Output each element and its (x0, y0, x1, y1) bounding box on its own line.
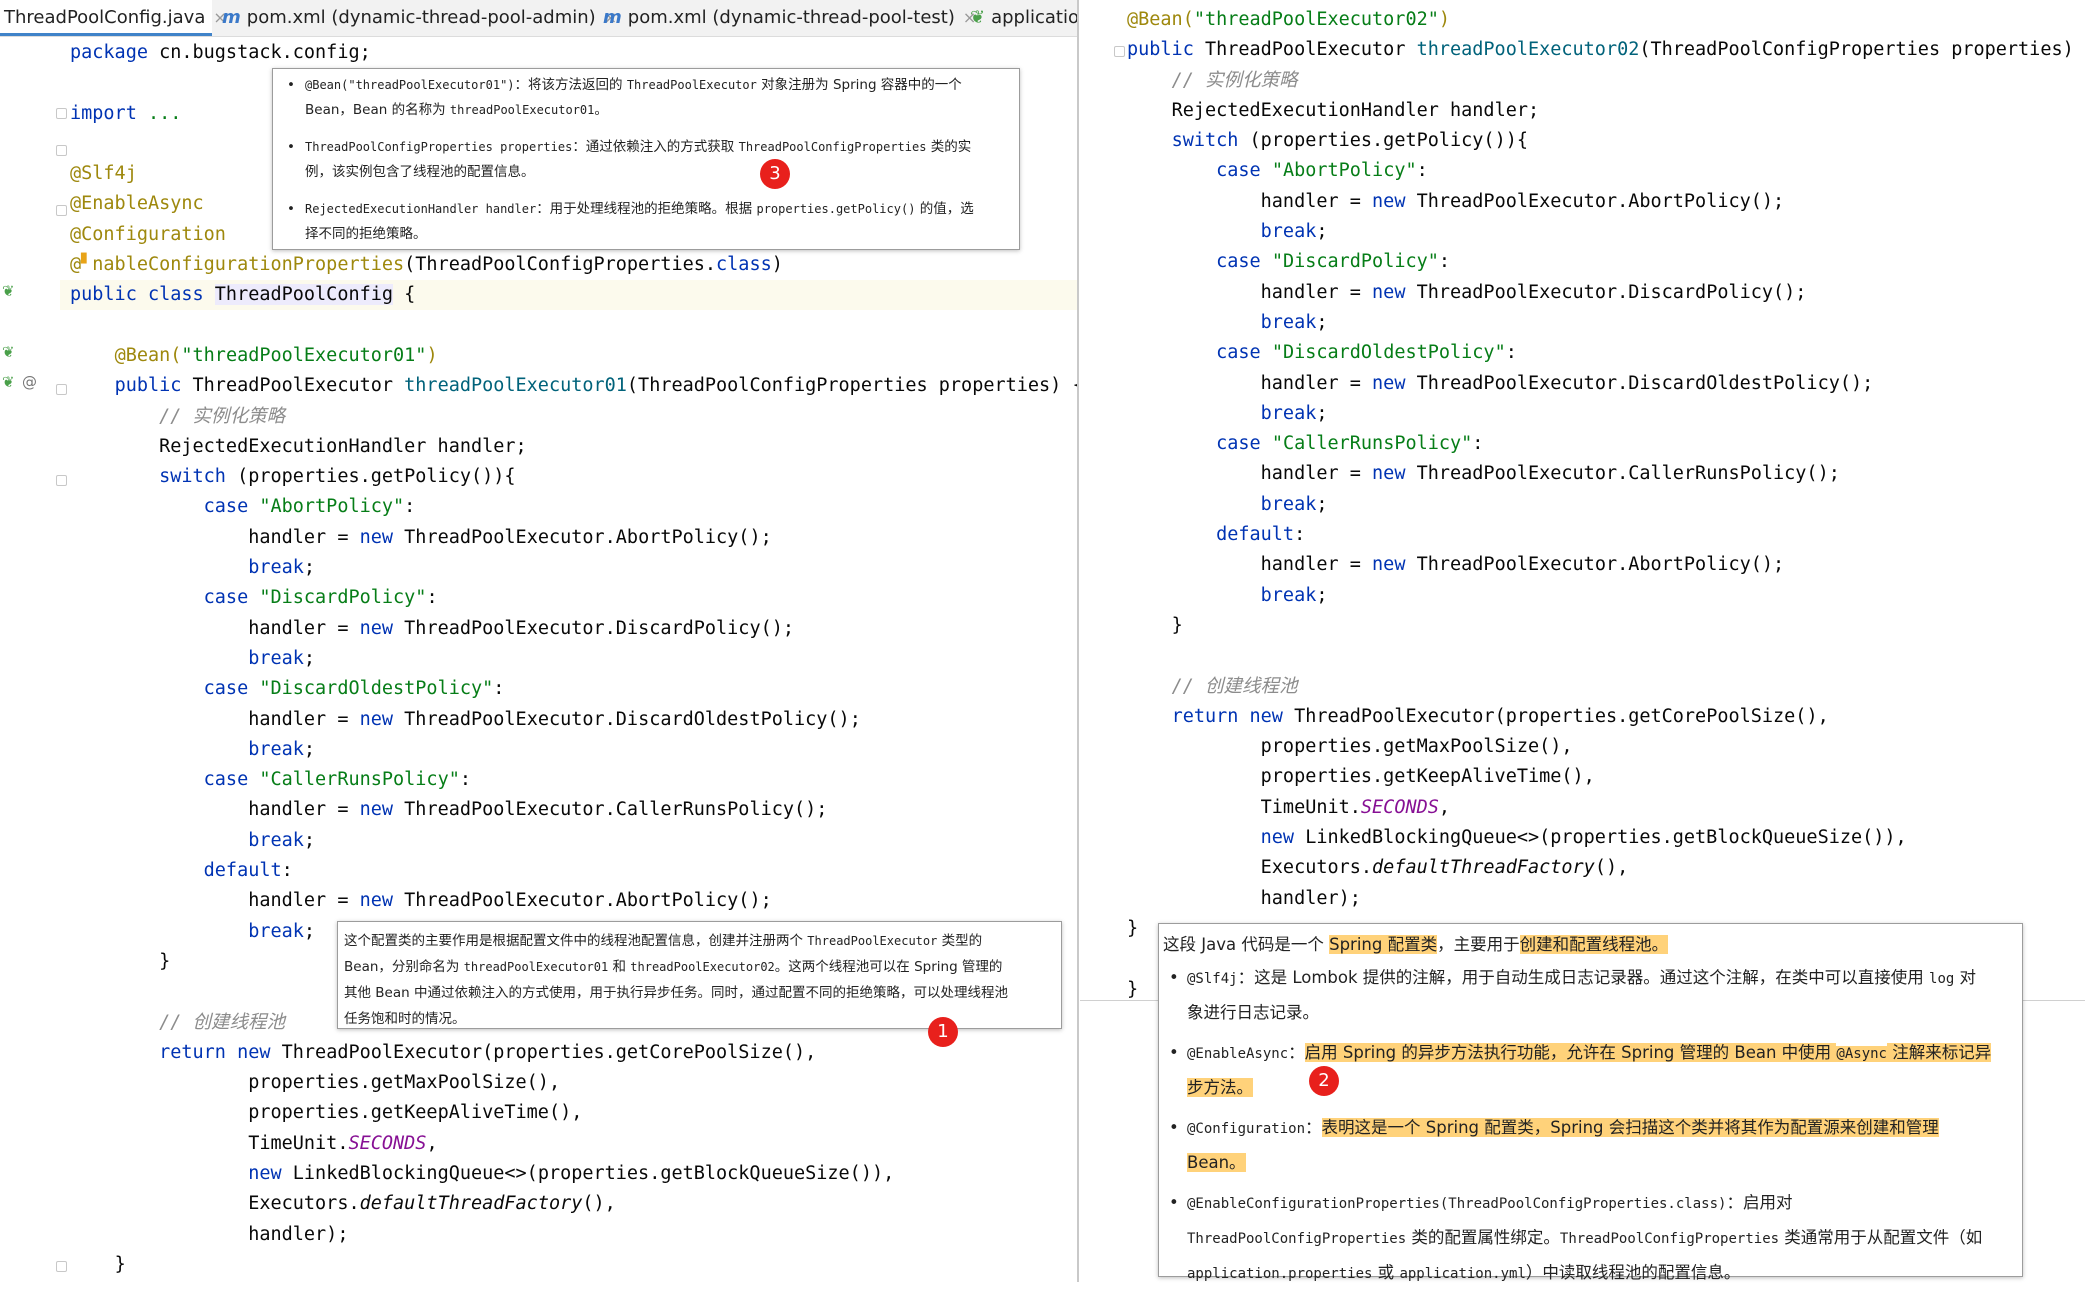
popup-text: 这个配置类的主要作用是根据配置文件中的线程池配置信息，创建并注册两个 Threa… (344, 933, 983, 949)
fold-icon[interactable] (56, 475, 67, 486)
step-badge-1: 1 (928, 1017, 958, 1047)
tab-label: pom.xml (dynamic-thread-pool-test) (627, 7, 955, 28)
tab-pom-test[interactable]: m pom.xml (dynamic-thread-pool-test) × (603, 0, 976, 36)
intention-bulb-icon: ▘ (81, 254, 93, 276)
list-item: • @Slf4j：这是 Lombok 提供的注解，用于自动生成日志记录器。通过这个… (1169, 968, 1977, 1022)
code-line: @▘nableConfigurationProperties(ThreadPoo… (70, 254, 783, 276)
tab-pom-admin[interactable]: m pom.xml (dynamic-thread-pool-admin) × (222, 0, 617, 36)
tab-label: pom.xml (dynamic-thread-pool-admin) (246, 7, 596, 28)
fold-icon[interactable] (1114, 46, 1125, 57)
right-editor-pane: @Bean("threadPoolExecutor02") public Thr… (1080, 0, 2085, 1001)
code-line: public ThreadPoolExecutor threadPoolExec… (114, 375, 1079, 397)
fold-icon[interactable] (56, 145, 67, 156)
code-editor-right[interactable]: @Bean("threadPoolExecutor02") public Thr… (1127, 5, 2085, 1000)
list-item: • RejectedExecutionHandler handler：用于处理线程… (287, 201, 974, 242)
code-line: public ThreadPoolExecutor threadPoolExec… (1127, 39, 2085, 61)
list-item: • @EnableConfigurationProperties(ThreadPo… (1169, 1193, 1983, 1282)
code-line: @Configuration (70, 223, 226, 245)
explanation-popup-bottom: 这段 Java 代码是一个 Spring 配置类，主要用于创建和配置线程池。 •… (1158, 923, 2023, 1282)
popup-heading: 这段 Java 代码是一个 Spring 配置类，主要用于创建和配置线程池。 (1163, 935, 1669, 954)
at-override-icon: @ (22, 373, 37, 391)
editor-tab-bar: ThreadPoolConfig.java × m pom.xml (dynamic… (0, 0, 1077, 37)
spring-bean-icon[interactable]: ❦ (2, 282, 15, 300)
spring-bean-icon[interactable]: ❦ (2, 373, 15, 391)
step-badge-2: 2 (1309, 1066, 1339, 1096)
fold-icon[interactable] (56, 108, 67, 119)
code-line: import ... (70, 102, 182, 124)
line-gutter (1080, 0, 1125, 1000)
spring-bean-icon[interactable]: ❦ (2, 343, 15, 361)
spring-config-icon: ❦ (970, 7, 986, 28)
code-line: public class ThreadPoolConfig { (70, 284, 416, 306)
popup-text: Bean，分别命名为 threadPoolExecutor01 和 thread… (344, 959, 1003, 975)
explanation-popup-middle: 这个配置类的主要作用是根据配置文件中的线程池配置信息，创建并注册两个 Threa… (337, 921, 1062, 1029)
list-item: • @Bean("threadPoolExecutor01")：将该方法返回的 T… (287, 77, 962, 118)
code-line: @Bean("threadPoolExecutor01") (114, 344, 438, 366)
tab-label: ThreadPoolConfig.java (4, 7, 206, 28)
popup-text: 其他 Bean 中通过依赖注入的方式使用，用于执行异步任务。同时，通过配置不同的… (344, 985, 1008, 1001)
maven-file-icon: m (603, 7, 622, 28)
fold-icon[interactable] (56, 205, 67, 216)
line-gutter: ❦ ❦ ❦ @ (0, 37, 67, 1282)
tab-application[interactable]: ❦ applicatio (970, 0, 1079, 36)
code-line: package cn.bugstack.config; (70, 42, 371, 63)
code-line: @EnableAsync (70, 193, 204, 215)
maven-file-icon: m (222, 7, 241, 28)
code-line: @Bean("threadPoolExecutor02") (1127, 9, 1451, 30)
code-line: @Slf4j (70, 163, 137, 185)
fold-icon[interactable] (56, 1261, 67, 1272)
tab-threadpoolconfig[interactable]: ThreadPoolConfig.java × (0, 0, 227, 36)
list-item: • ThreadPoolConfigProperties properties：通… (287, 139, 972, 180)
list-item: • @Configuration：表明这是一个 Spring 配置类，Spring… (1169, 1118, 1939, 1172)
step-badge-3: 3 (760, 159, 790, 189)
fold-icon[interactable] (56, 384, 67, 395)
explanation-popup-top: • @Bean("threadPoolExecutor01")：将该方法返回的 T… (272, 68, 1020, 250)
tab-label: applicatio (991, 7, 1079, 28)
list-item: • @EnableAsync：启用 Spring 的异步方法执行功能，允许在 Sp… (1169, 1043, 1992, 1097)
